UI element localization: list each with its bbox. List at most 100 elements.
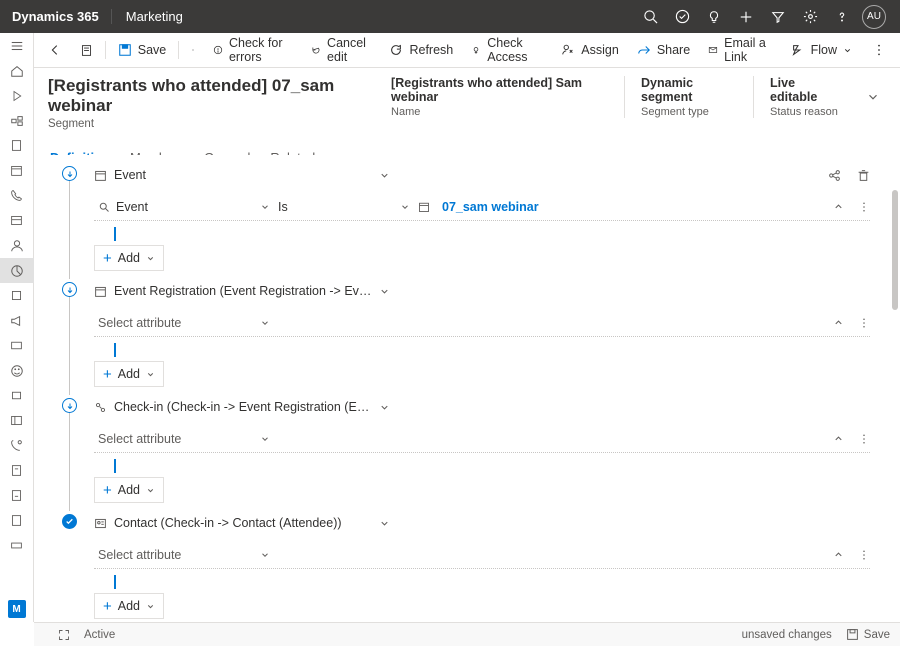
nav-item-12[interactable] — [0, 533, 34, 558]
expand-icon[interactable] — [58, 629, 70, 641]
add-condition-button[interactable]: +Add — [94, 245, 164, 271]
attribute-selector[interactable]: Select attribute — [94, 432, 274, 446]
phone-icon[interactable] — [0, 183, 34, 208]
add-icon[interactable] — [730, 0, 762, 33]
header-expand-button[interactable] — [854, 90, 880, 104]
back-button[interactable] — [40, 36, 70, 64]
command-bar: Save Check for errors Cancel edit Refres… — [34, 33, 900, 68]
calendar-icon[interactable] — [0, 158, 34, 183]
collapse-icon[interactable] — [833, 549, 844, 561]
entity-selector[interactable]: Event — [94, 163, 394, 187]
chevron-down-icon[interactable] — [260, 202, 270, 212]
help-icon[interactable] — [826, 0, 858, 33]
attribute-selector[interactable]: Select attribute — [94, 548, 274, 562]
chevron-down-icon[interactable] — [379, 170, 390, 181]
share-icon[interactable] — [828, 169, 841, 182]
chevron-down-icon[interactable] — [379, 286, 390, 297]
chevron-down-icon[interactable] — [260, 318, 270, 328]
more-icon[interactable] — [858, 433, 870, 445]
nav-item-5[interactable] — [0, 333, 34, 358]
record-entity: Segment — [48, 118, 375, 130]
record-title: [Registrants who attended] 07_sam webina… — [48, 76, 375, 116]
more-icon[interactable] — [858, 549, 870, 561]
search-icon[interactable] — [634, 0, 666, 33]
condition-row: Select attribute — [94, 541, 870, 569]
chevron-down-icon[interactable] — [400, 202, 410, 212]
delete-icon[interactable] — [857, 169, 870, 182]
entity-label: Check-in (Check-in -> Event Registration… — [114, 400, 374, 414]
attribute-selector[interactable]: Select attribute — [94, 316, 274, 330]
nav-item-11[interactable] — [0, 508, 34, 533]
nav-item-8[interactable] — [0, 433, 34, 458]
save-split-button[interactable] — [183, 36, 203, 64]
email-link-button[interactable]: Email a Link — [700, 36, 780, 64]
assign-button[interactable]: Assign — [553, 36, 627, 64]
value-selector[interactable]: 07_sam webinar — [414, 200, 825, 214]
module-switcher[interactable]: M — [8, 600, 26, 618]
flow-button[interactable]: Flow — [783, 36, 860, 64]
save-button[interactable]: Save — [110, 36, 175, 64]
nav-item-2[interactable] — [0, 133, 34, 158]
megaphone-icon[interactable] — [0, 308, 34, 333]
operator-selector[interactable]: Is — [274, 200, 414, 214]
entity-selector[interactable]: Contact (Check-in -> Contact (Attendee)) — [94, 511, 394, 535]
footer-save-button[interactable]: Save — [846, 628, 890, 641]
emoji-icon[interactable] — [0, 358, 34, 383]
nav-item-9[interactable] — [0, 458, 34, 483]
more-icon[interactable] — [858, 201, 870, 213]
entity-label: Event — [114, 168, 146, 182]
add-condition-button[interactable]: +Add — [94, 477, 164, 503]
brand[interactable]: Dynamics 365 — [10, 9, 112, 24]
filter-icon[interactable] — [762, 0, 794, 33]
unsaved-indicator: unsaved changes — [742, 629, 832, 641]
chevron-down-icon[interactable] — [260, 550, 270, 560]
scrollbar-thumb[interactable] — [892, 190, 898, 310]
share-button[interactable]: Share — [629, 36, 698, 64]
home-icon[interactable] — [0, 58, 34, 83]
save-label: Save — [138, 43, 167, 57]
plus-icon: + — [103, 599, 112, 614]
entity-selector[interactable]: Event Registration (Event Registration -… — [94, 279, 394, 303]
attribute-selector[interactable]: Event — [94, 200, 274, 214]
nav-item-1[interactable] — [0, 108, 34, 133]
nav-item-3[interactable] — [0, 208, 34, 233]
check-access-button[interactable]: Check Access — [463, 36, 551, 64]
status-state: Active — [84, 629, 115, 641]
chevron-down-icon[interactable] — [379, 518, 390, 529]
overflow-button[interactable] — [864, 36, 894, 64]
nav-item-10[interactable] — [0, 483, 34, 508]
add-condition-button[interactable]: +Add — [94, 361, 164, 387]
collapse-icon[interactable] — [833, 317, 844, 329]
nav-item-6[interactable] — [0, 383, 34, 408]
entity-selector[interactable]: Check-in (Check-in -> Event Registration… — [94, 395, 394, 419]
chevron-down-icon[interactable] — [379, 402, 390, 413]
left-nav-rail: M — [0, 33, 34, 622]
cancel-edit-button[interactable]: Cancel edit — [303, 36, 379, 64]
settings-icon[interactable] — [794, 0, 826, 33]
lightbulb-icon[interactable] — [698, 0, 730, 33]
nav-item-7[interactable] — [0, 408, 34, 433]
app-name[interactable]: Marketing — [112, 9, 197, 24]
collapse-icon[interactable] — [833, 433, 844, 445]
plus-icon: + — [103, 367, 112, 382]
collapse-icon[interactable] — [833, 201, 844, 213]
check-errors-button[interactable]: Check for errors — [205, 36, 301, 64]
contact-icon — [94, 517, 108, 530]
form-selector[interactable] — [72, 36, 101, 64]
refresh-button[interactable]: Refresh — [381, 36, 461, 64]
user-avatar[interactable]: AU — [862, 5, 886, 29]
chevron-down-icon[interactable] — [260, 434, 270, 444]
add-condition-button[interactable]: +Add — [94, 593, 164, 619]
query-block-registration: Event Registration (Event Registration -… — [62, 279, 870, 387]
play-icon[interactable] — [0, 83, 34, 108]
contacts-icon[interactable] — [0, 233, 34, 258]
nav-item-4[interactable] — [0, 283, 34, 308]
segments-icon[interactable] — [0, 258, 34, 283]
content-area: Event Event Is — [34, 155, 900, 622]
step-indicator-icon — [62, 282, 77, 297]
task-icon[interactable] — [666, 0, 698, 33]
check-access-label: Check Access — [487, 36, 543, 64]
more-icon[interactable] — [858, 317, 870, 329]
hamburger-icon[interactable] — [0, 33, 34, 58]
assign-label: Assign — [581, 43, 619, 57]
